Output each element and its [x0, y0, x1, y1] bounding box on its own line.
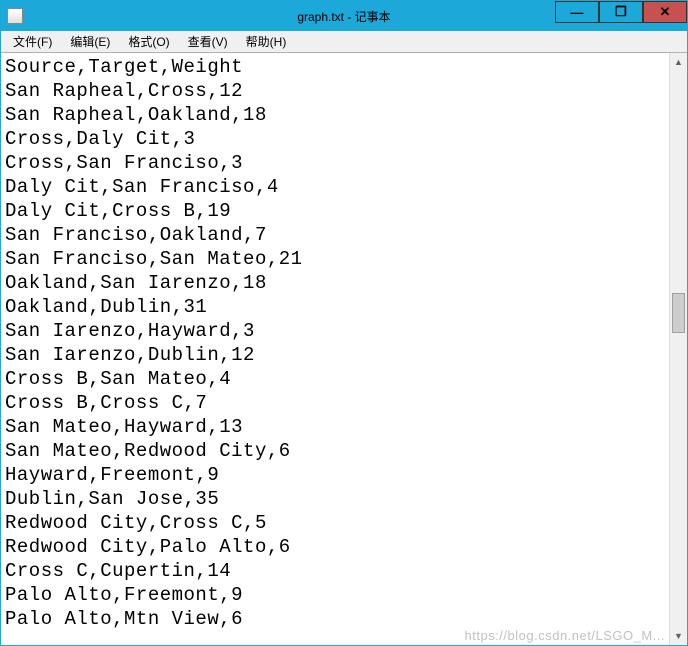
vertical-scrollbar[interactable]: ▲ ▼ [669, 53, 687, 645]
client-area: Source,Target,Weight San Rapheal,Cross,1… [1, 53, 687, 645]
menu-view[interactable]: 查看(V) [180, 31, 236, 52]
minimize-button[interactable]: — [555, 1, 599, 23]
menu-format[interactable]: 格式(O) [120, 31, 177, 52]
maximize-button[interactable]: ❐ [599, 1, 643, 23]
scroll-thumb[interactable] [672, 293, 685, 333]
text-content[interactable]: Source,Target,Weight San Rapheal,Cross,1… [1, 53, 669, 645]
menu-help[interactable]: 帮助(H) [238, 31, 295, 52]
menu-file[interactable]: 文件(F) [5, 31, 60, 52]
menu-bar: 文件(F) 编辑(E) 格式(O) 查看(V) 帮助(H) [1, 31, 687, 53]
window-titlebar: graph.txt - 记事本 — ❐ ✕ [1, 1, 687, 31]
window-title: graph.txt - 记事本 [297, 8, 390, 25]
close-button[interactable]: ✕ [643, 1, 687, 23]
scroll-down-arrow[interactable]: ▼ [670, 627, 687, 645]
window-controls: — ❐ ✕ [555, 1, 687, 23]
menu-edit[interactable]: 编辑(E) [62, 31, 118, 52]
app-icon [7, 8, 23, 24]
scroll-up-arrow[interactable]: ▲ [670, 53, 687, 71]
watermark-text: https://blog.csdn.net/LSGO_M... [465, 628, 665, 643]
scroll-track[interactable] [670, 71, 687, 627]
